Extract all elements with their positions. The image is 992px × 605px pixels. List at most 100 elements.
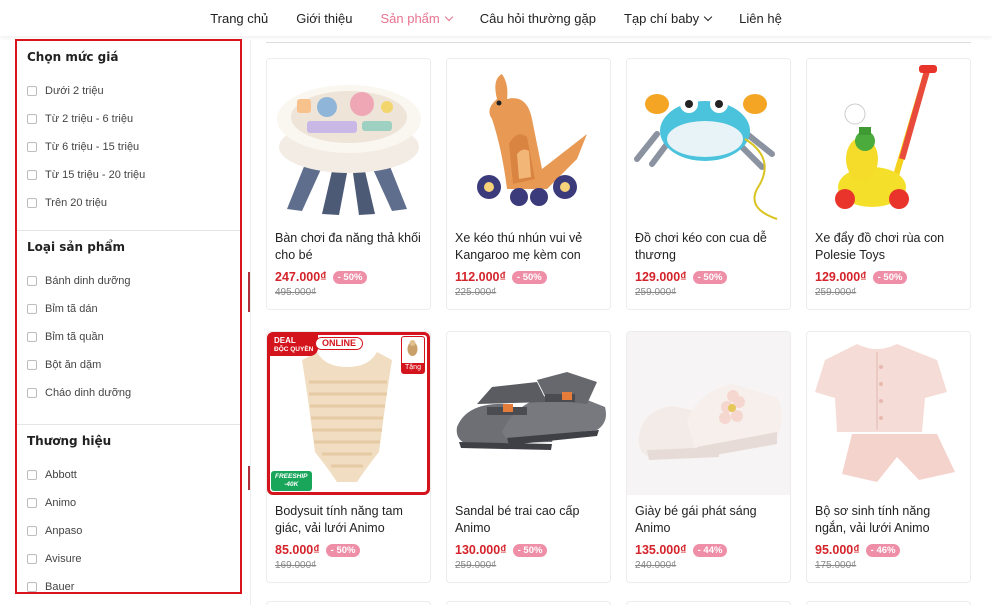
brand-option[interactable]: Avisure xyxy=(27,545,230,573)
price-option[interactable]: Dưới 2 triệu xyxy=(27,77,230,105)
checkbox[interactable] xyxy=(27,198,37,208)
option-label: Animo xyxy=(45,497,77,509)
nav-label: Trang chủ xyxy=(210,10,269,26)
type-option[interactable]: Bột ăn dặm xyxy=(27,351,230,379)
product-price: 112.000₫ xyxy=(455,270,506,284)
product-card[interactable]: Bàn chơi đa năng thả khối cho bé 247.000… xyxy=(266,58,431,310)
price-row: 95.000₫ - 46% xyxy=(807,539,970,557)
filter-sidebar: Chọn mức giá Dưới 2 triệu Từ 2 triệu - 6… xyxy=(15,39,242,594)
option-label: Bánh dinh dưỡng xyxy=(45,275,131,287)
product-name[interactable]: Xe kéo thú nhún vui vẻ Kangaroo mẹ kèm c… xyxy=(447,222,610,266)
product-card[interactable]: Bộ sơ sinh tính năng ngắn, vải lưới Anim… xyxy=(806,331,971,583)
type-option[interactable]: Bỉm tã dán xyxy=(27,295,230,323)
option-label: Cháo dinh dưỡng xyxy=(45,387,132,399)
price-row: 130.000₫ - 50% xyxy=(447,539,610,557)
checkbox[interactable] xyxy=(27,114,37,124)
nav-item-baby-magazine[interactable]: Tạp chí baby xyxy=(624,11,713,26)
option-label: Dưới 2 triệu xyxy=(45,85,104,97)
freeship-badge: FREESHIP -40K xyxy=(271,471,312,491)
price-filter: Chọn mức giá Dưới 2 triệu Từ 2 triệu - 6… xyxy=(17,41,240,231)
product-name[interactable]: Sandal bé trai cao cấp Animo xyxy=(447,495,610,539)
product-name[interactable]: Xe đẩy đồ chơi rùa con Polesie Toys xyxy=(807,222,970,266)
checkbox[interactable] xyxy=(27,170,37,180)
option-label: Bỉm tã quần xyxy=(45,331,104,343)
checkbox[interactable] xyxy=(27,470,37,480)
activity-table-toy-icon xyxy=(277,85,421,215)
checkbox[interactable] xyxy=(27,388,37,398)
old-price: 169.000₫ xyxy=(275,560,317,571)
product-card[interactable]: DEAL ĐỘC QUYỀN ONLINE Tặng FREESHIP -40K B… xyxy=(266,331,431,583)
checkbox[interactable] xyxy=(27,582,37,592)
nav-label: Sản phẩm xyxy=(380,10,440,26)
type-option[interactable]: Bỉm tã quần xyxy=(27,323,230,351)
nav-item-faq[interactable]: Câu hỏi thường gặp xyxy=(480,11,596,26)
product-price: 129.000₫ xyxy=(815,270,867,284)
discount-badge: - 50% xyxy=(692,270,728,284)
product-name[interactable]: Đồ chơi kéo con cua dễ thương xyxy=(627,222,790,266)
product-image[interactable]: DEAL ĐỘC QUYỀN ONLINE Tặng FREESHIP -40K xyxy=(267,332,430,495)
nav-item-contact[interactable]: Liên hệ xyxy=(739,11,782,26)
old-price: 225.000₫ xyxy=(455,287,497,298)
product-card[interactable]: Đồ chơi kéo con cua dễ thương 129.000₫ - … xyxy=(626,58,791,310)
product-card[interactable]: Xe kéo thú nhún vui vẻ Kangaroo mẹ kèm c… xyxy=(446,58,611,310)
nav-item-about[interactable]: Giới thiệu xyxy=(296,11,352,26)
price-row: 129.000₫ - 50% xyxy=(627,266,790,284)
discount-badge: - 46% xyxy=(865,543,901,557)
product-card-partial[interactable] xyxy=(446,601,611,605)
old-price: 259.000₫ xyxy=(455,560,497,571)
price-option[interactable]: Từ 6 triệu - 15 triệu xyxy=(27,133,230,161)
product-card-partial[interactable] xyxy=(626,601,791,605)
price-row: 135.000₫ - 44% xyxy=(627,539,790,557)
discount-badge: - 50% xyxy=(512,543,548,557)
girl-shoe-icon xyxy=(638,384,782,460)
type-option[interactable]: Bánh dinh dưỡng xyxy=(27,267,230,295)
checkbox[interactable] xyxy=(27,276,37,286)
brand-option[interactable]: Abbott xyxy=(27,461,230,489)
freeship-sub-label: -40K xyxy=(284,481,299,488)
checkbox[interactable] xyxy=(27,332,37,342)
nav-label: Liên hệ xyxy=(739,10,782,26)
turtle-push-toy-icon xyxy=(835,65,937,209)
brand-option[interactable]: Animo xyxy=(27,489,230,517)
product-card[interactable]: Sandal bé trai cao cấp Animo 130.000₫ - 5… xyxy=(446,331,611,583)
checkbox[interactable] xyxy=(27,360,37,370)
newborn-outfit-icon xyxy=(815,344,955,482)
price-option[interactable]: Từ 15 triệu - 20 triệu xyxy=(27,161,230,189)
chevron-down-icon xyxy=(703,12,713,21)
brand-option[interactable]: Anpaso xyxy=(27,517,230,545)
type-option[interactable]: Cháo dinh dưỡng xyxy=(27,379,230,407)
nav-item-products[interactable]: Sản phẩm xyxy=(380,10,453,26)
price-option[interactable]: Từ 2 triệu - 6 triệu xyxy=(27,105,230,133)
product-card[interactable]: Giày bé gái phát sáng Animo 135.000₫ - 44… xyxy=(626,331,791,583)
product-image[interactable] xyxy=(627,332,790,495)
product-name[interactable]: Bộ sơ sinh tính năng ngắn, vải lưới Anim… xyxy=(807,495,970,539)
product-name[interactable]: Bodysuit tính năng tam giác, vải lưới An… xyxy=(267,495,430,539)
brand-option[interactable]: Bauer xyxy=(27,573,230,592)
product-card-partial[interactable] xyxy=(266,601,431,605)
scrollbar-thumb[interactable] xyxy=(248,272,250,312)
checkbox[interactable] xyxy=(27,554,37,564)
old-price: 259.000₫ xyxy=(815,287,857,298)
price-option[interactable]: Trên 20 triệu xyxy=(27,189,230,217)
product-image[interactable] xyxy=(447,59,610,222)
nav-item-home[interactable]: Trang chủ xyxy=(210,11,268,26)
checkbox[interactable] xyxy=(27,498,37,508)
option-label: Từ 2 triệu - 6 triệu xyxy=(45,113,134,125)
product-image[interactable] xyxy=(267,59,430,222)
product-card-partial[interactable] xyxy=(806,601,971,605)
checkbox[interactable] xyxy=(27,304,37,314)
scrollbar-thumb[interactable] xyxy=(248,466,250,490)
product-image[interactable] xyxy=(447,332,610,495)
product-card[interactable]: Xe đẩy đồ chơi rùa con Polesie Toys 129.… xyxy=(806,58,971,310)
deal-badge: DEAL ĐỘC QUYỀN xyxy=(270,335,319,356)
checkbox[interactable] xyxy=(27,526,37,536)
old-price: 495.000₫ xyxy=(275,287,317,298)
checkbox[interactable] xyxy=(27,86,37,96)
product-image[interactable] xyxy=(807,59,970,222)
boy-sandal-icon xyxy=(456,372,606,450)
product-name[interactable]: Giày bé gái phát sáng Animo xyxy=(627,495,790,539)
product-image[interactable] xyxy=(627,59,790,222)
checkbox[interactable] xyxy=(27,142,37,152)
product-name[interactable]: Bàn chơi đa năng thả khối cho bé xyxy=(267,222,430,266)
product-image[interactable] xyxy=(807,332,970,495)
